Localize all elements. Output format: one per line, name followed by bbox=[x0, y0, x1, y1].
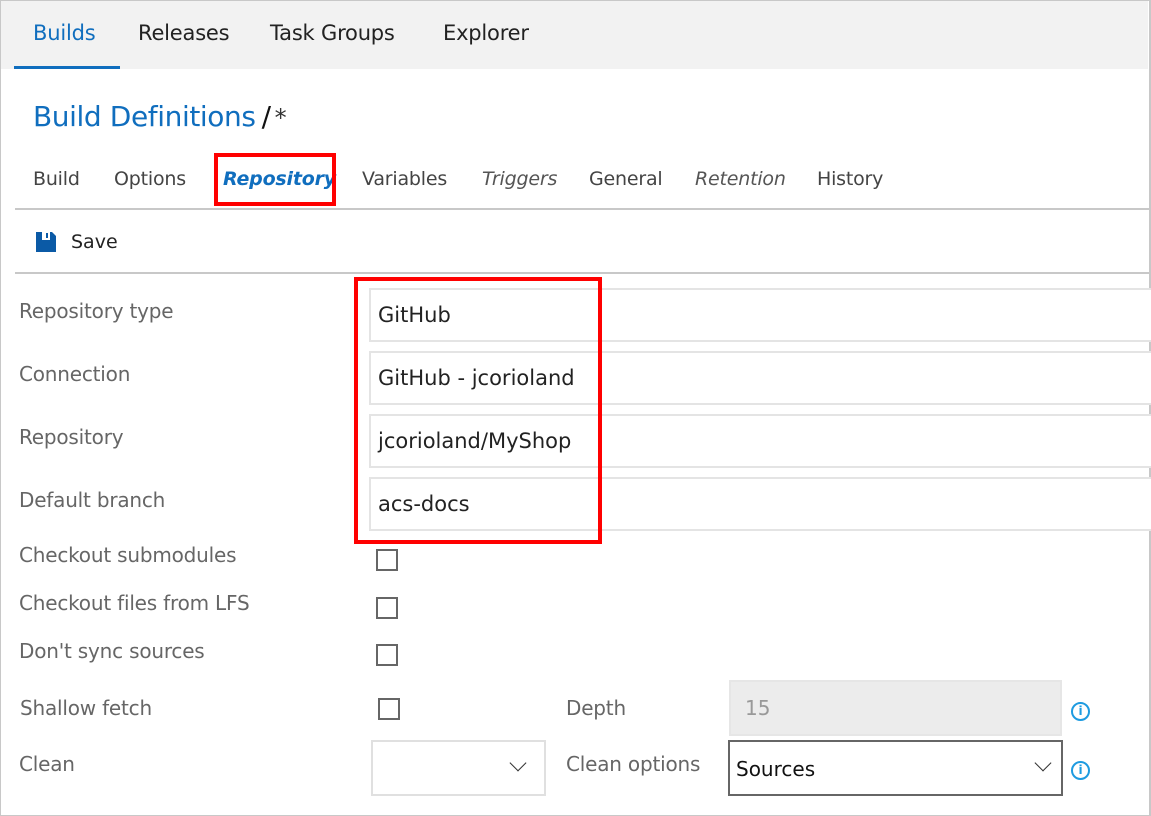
checkout-lfs-label: Checkout files from LFS bbox=[19, 591, 250, 615]
hub-tab-task-groups[interactable]: Task Groups bbox=[270, 21, 395, 45]
depth-label: Depth bbox=[566, 696, 626, 720]
shallow-fetch-checkbox[interactable] bbox=[378, 698, 400, 720]
tab-variables[interactable]: Variables bbox=[362, 168, 447, 190]
checkout-submodules-label: Checkout submodules bbox=[19, 543, 237, 567]
shallow-fetch-label: Shallow fetch bbox=[20, 696, 152, 720]
default-branch-label: Default branch bbox=[19, 488, 166, 512]
tab-retention[interactable]: Retention bbox=[695, 168, 786, 190]
tab-general[interactable]: General bbox=[589, 168, 663, 190]
clean-options-value: Sources bbox=[736, 757, 816, 781]
save-label: Save bbox=[71, 231, 118, 253]
connection-label: Connection bbox=[19, 362, 131, 386]
tab-options[interactable]: Options bbox=[114, 168, 186, 190]
clean-options-label: Clean options bbox=[566, 752, 701, 776]
clean-options-select[interactable]: Sources bbox=[728, 740, 1063, 796]
save-button[interactable]: Save bbox=[34, 228, 118, 256]
clean-options-info-icon[interactable]: i bbox=[1071, 761, 1090, 780]
chevron-down-icon bbox=[509, 754, 527, 772]
default-branch-field[interactable]: acs-docs bbox=[369, 477, 1151, 531]
breadcrumb: Build Definitions / * bbox=[33, 100, 287, 133]
toolbar-divider bbox=[15, 272, 1149, 274]
repository-label: Repository bbox=[19, 425, 124, 449]
tabs-divider bbox=[15, 208, 1149, 210]
repository-field[interactable]: jcorioland/MyShop bbox=[369, 414, 1151, 468]
repository-type-field[interactable]: GitHub bbox=[369, 288, 1151, 342]
breadcrumb-build-definitions[interactable]: Build Definitions bbox=[33, 100, 256, 133]
depth-info-icon[interactable]: i bbox=[1071, 702, 1090, 721]
tab-repository[interactable]: Repository bbox=[223, 168, 336, 190]
checkout-lfs-checkbox[interactable] bbox=[376, 597, 398, 619]
checkout-submodules-checkbox[interactable] bbox=[376, 549, 398, 571]
clean-label: Clean bbox=[19, 752, 75, 776]
dont-sync-sources-label: Don't sync sources bbox=[19, 639, 205, 663]
tab-triggers[interactable]: Triggers bbox=[482, 168, 557, 190]
repository-type-label: Repository type bbox=[19, 299, 174, 323]
hub-tab-explorer[interactable]: Explorer bbox=[443, 21, 529, 45]
floppy-disk-icon bbox=[36, 232, 56, 252]
active-tab-indicator bbox=[14, 66, 120, 69]
depth-field[interactable]: 15 bbox=[729, 680, 1062, 736]
tab-build[interactable]: Build bbox=[33, 168, 80, 190]
hub-navigation: Builds Releases Task Groups Explorer bbox=[1, 1, 1148, 69]
breadcrumb-separator: / bbox=[261, 100, 271, 133]
chevron-down-icon bbox=[1034, 754, 1052, 772]
hub-tab-releases[interactable]: Releases bbox=[138, 21, 230, 45]
clean-select[interactable] bbox=[371, 740, 546, 796]
tab-history[interactable]: History bbox=[817, 168, 883, 190]
breadcrumb-current: * bbox=[274, 104, 287, 132]
hub-tab-builds[interactable]: Builds bbox=[33, 21, 96, 45]
dont-sync-sources-checkbox[interactable] bbox=[376, 644, 398, 666]
connection-field[interactable]: GitHub - jcorioland bbox=[369, 351, 1151, 405]
